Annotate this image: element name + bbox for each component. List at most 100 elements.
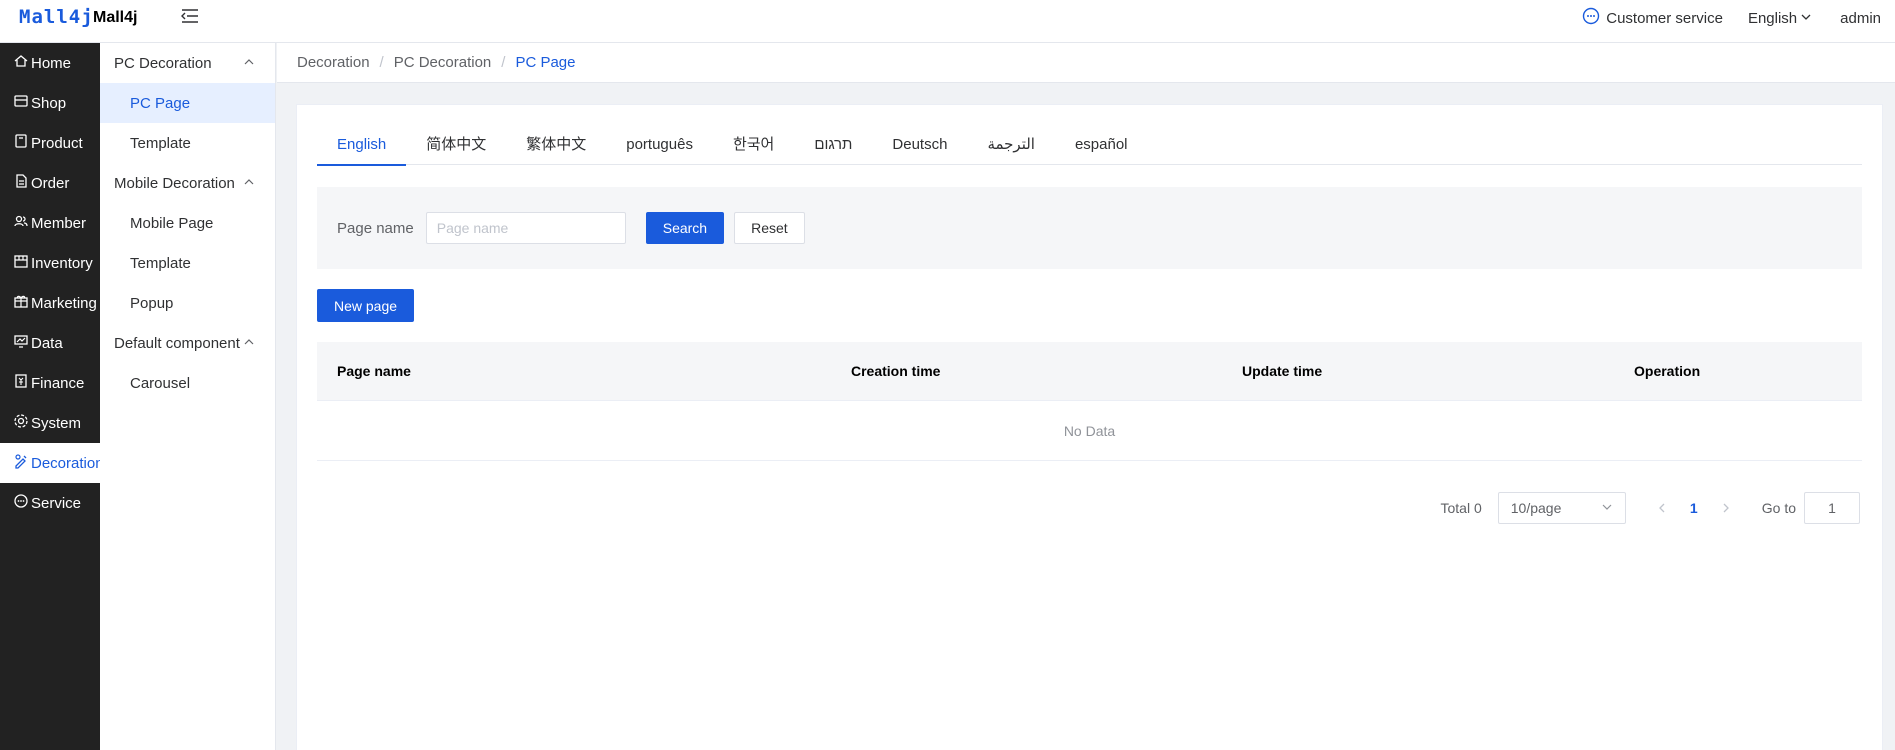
customer-service-label: Customer service [1606,9,1723,27]
breadcrumb-item[interactable]: PC Decoration [394,54,492,71]
submenu-item-pc-template[interactable]: Template [100,123,275,163]
submenu-group-label: PC Decoration [114,54,212,72]
submenu-item-carousel[interactable]: Carousel [100,363,275,403]
tab-portuguese[interactable]: português [606,125,713,165]
chevron-up-icon [243,335,255,352]
chevron-up-icon [243,175,255,192]
chat-icon [1582,7,1600,29]
home-icon [13,53,31,73]
pagination-total: Total 0 [1440,500,1482,516]
sidebar-item-label: Order [31,174,70,192]
product-icon [13,133,31,153]
sidebar-item-label: Member [31,214,87,232]
breadcrumb-current: PC Page [515,54,576,71]
decoration-submenu: PC Decoration PC Page Template Mobile De… [100,43,276,750]
submenu-item-mobile-page[interactable]: Mobile Page [100,203,275,243]
sidebar-item-label: Product [31,134,83,152]
sidebar-item-label: Decoration [31,454,104,472]
sidebar-item-label: Marketing [31,294,97,312]
column-header-update-time: Update time [1242,363,1323,379]
service-icon [13,493,31,513]
sidebar-item-member[interactable]: Member [0,203,100,243]
new-page-button[interactable]: New page [317,289,415,322]
language-tabs: English 简体中文 繁体中文 português 한국어 תרגום De… [317,125,1862,166]
marketing-icon [13,293,31,313]
decoration-icon [13,453,31,473]
gear-icon [13,413,31,433]
column-header-creation-time: Creation time [851,363,941,379]
inventory-icon [13,253,31,273]
breadcrumb-separator: / [379,54,384,71]
tab-traditional-chinese[interactable]: 繁体中文 [506,125,606,165]
sidebar-item-finance[interactable]: Finance [0,363,100,403]
data-icon [13,333,31,353]
logo: Mall4j [19,5,94,29]
main-sidebar: Home Shop Product Order Member Inventory… [0,43,104,750]
search-panel: Page name Search Reset [317,187,1862,269]
sidebar-item-data[interactable]: Data [0,323,100,363]
breadcrumb-item[interactable]: Decoration [297,54,370,71]
user-menu[interactable]: admin [1840,10,1881,27]
prev-page-icon[interactable] [1646,500,1678,516]
submenu-group-pc-decoration[interactable]: PC Decoration [100,43,275,83]
sidebar-item-label: Data [31,334,63,352]
page-size-value: 10/page [1510,500,1562,516]
collapse-menu-icon[interactable] [181,8,203,28]
goto-label: Go to [1761,500,1796,516]
tab-english[interactable]: English [317,125,407,166]
page-size-select[interactable]: 10/page [1497,492,1626,524]
pages-table: Page name Creation time Update time Oper… [317,342,1862,461]
chevron-down-icon [1800,10,1812,27]
sidebar-item-label: Shop [31,94,67,112]
submenu-group-label: Mobile Decoration [114,174,235,192]
goto-page: Go to [1762,492,1860,524]
page-name-input[interactable] [425,212,626,244]
sidebar-item-service[interactable]: Service [0,483,100,523]
sidebar-item-label: Inventory [31,254,93,272]
customer-service-link[interactable]: Customer service [1582,7,1723,29]
sidebar-item-order[interactable]: Order [0,163,100,203]
submenu-item-mobile-template[interactable]: Template [100,243,275,283]
reset-button[interactable]: Reset [734,212,805,244]
submenu-group-mobile-decoration[interactable]: Mobile Decoration [100,163,275,203]
header-actions: Customer service English admin [1582,0,1895,36]
language-selector[interactable]: English [1748,10,1812,27]
tab-arabic[interactable]: الترجمة [967,125,1055,165]
table-empty-state: No Data [317,401,1862,461]
chevron-up-icon [243,55,255,72]
sidebar-item-decoration[interactable]: Decoration [0,443,104,483]
tab-spanish[interactable]: español [1055,125,1148,165]
submenu-item-pc-page[interactable]: PC Page [100,83,275,123]
column-header-operation: Operation [1634,363,1701,379]
breadcrumb: Decoration / PC Decoration / PC Page [277,43,1895,83]
shop-icon [13,93,31,113]
brand-name: Mall4j [93,9,138,26]
finance-icon [13,373,31,393]
breadcrumb-separator: / [501,54,506,71]
submenu-group-default-component[interactable]: Default component [100,323,275,363]
sidebar-item-label: Finance [31,374,85,392]
page-name-label: Page name [337,219,414,237]
sidebar-item-marketing[interactable]: Marketing [0,283,100,323]
page-number-current[interactable]: 1 [1678,500,1710,516]
sidebar-item-home[interactable]: Home [0,43,100,83]
sidebar-item-inventory[interactable]: Inventory [0,243,100,283]
chevron-down-icon [1601,500,1613,516]
goto-page-input[interactable] [1804,492,1860,524]
tab-simplified-chinese[interactable]: 简体中文 [406,125,506,165]
search-button[interactable]: Search [645,212,725,244]
sidebar-item-label: System [31,414,82,432]
submenu-group-label: Default component [114,334,240,352]
tab-hebrew[interactable]: תרגום [794,125,872,165]
sidebar-item-system[interactable]: System [0,403,100,443]
submenu-item-popup[interactable]: Popup [100,283,275,323]
member-icon [13,213,31,233]
tab-german[interactable]: Deutsch [872,125,967,165]
next-page-icon[interactable] [1710,500,1742,516]
tab-korean[interactable]: 한국어 [713,125,794,165]
sidebar-item-product[interactable]: Product [0,123,100,163]
sidebar-item-label: Home [31,54,72,72]
logo-mark: Mall4j [19,6,94,28]
table-header: Page name Creation time Update time Oper… [317,342,1862,401]
sidebar-item-shop[interactable]: Shop [0,83,100,123]
